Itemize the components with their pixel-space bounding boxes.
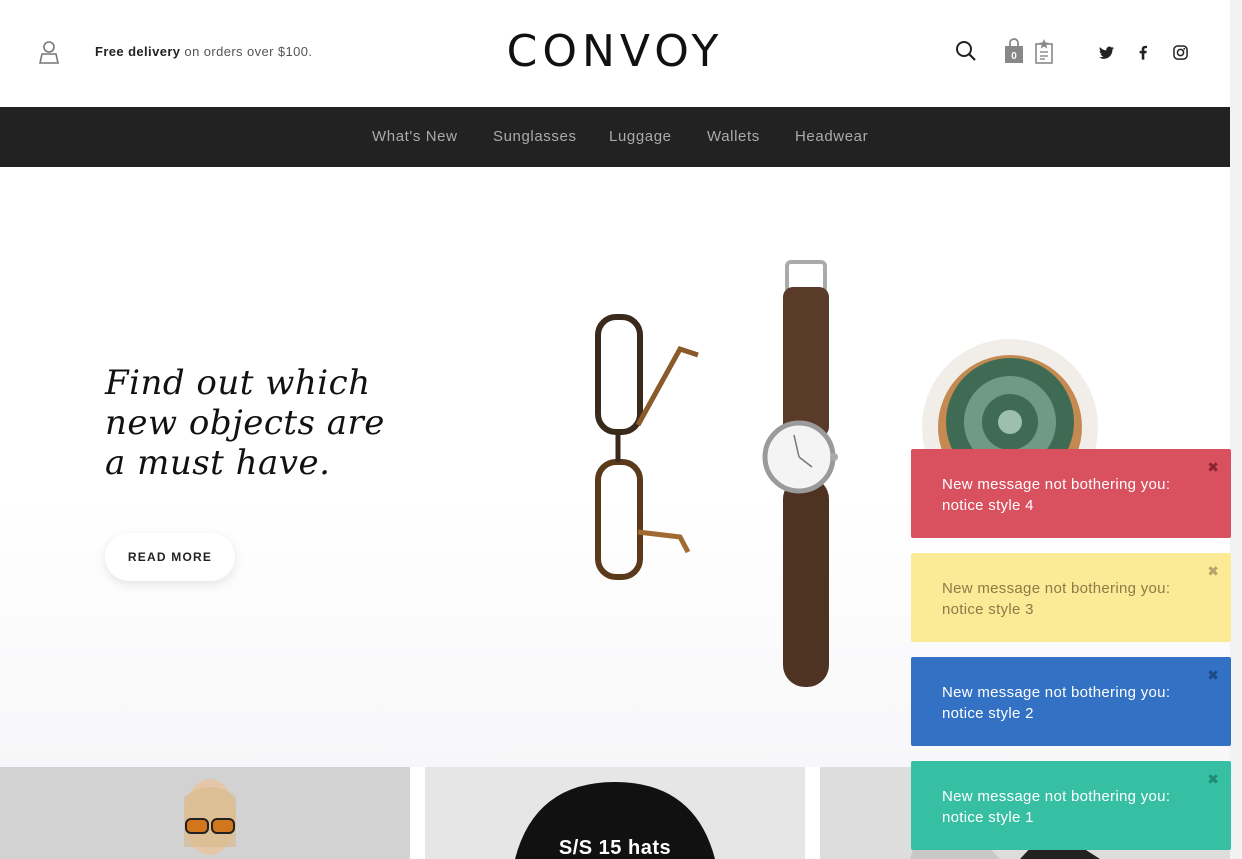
nav-item-wallets[interactable]: Wallets <box>707 128 760 145</box>
hero-title: Find out which new objects are a must ha… <box>105 363 435 483</box>
nav-item-headwear[interactable]: Headwear <box>795 128 868 145</box>
hero-title-line-3: a must have. <box>105 443 331 483</box>
logo-text[interactable]: CONVOY <box>507 26 724 77</box>
twitter-icon[interactable] <box>1099 46 1114 60</box>
scrollbar-track[interactable] <box>1230 0 1242 859</box>
nav-item-sunglasses[interactable]: Sunglasses <box>493 128 577 145</box>
notice-message: New message not bothering you: notice st… <box>942 788 1171 826</box>
notice-message: New message not bothering you: notice st… <box>942 684 1171 722</box>
nav-item-luggage[interactable]: Luggage <box>609 128 672 145</box>
close-icon[interactable]: ✖ <box>1207 459 1219 476</box>
hero-title-line-2: new objects are <box>105 403 385 443</box>
notice-style-4[interactable]: New message not bothering you: notice st… <box>911 449 1231 538</box>
instagram-icon[interactable] <box>1173 45 1188 60</box>
notice-message: New message not bothering you: notice st… <box>942 476 1171 514</box>
delivery-text: on orders over $100. <box>180 44 313 59</box>
notice-style-3[interactable]: New message not bothering you: notice st… <box>911 553 1231 642</box>
read-more-button[interactable]: READ MORE <box>105 533 235 581</box>
close-icon[interactable]: ✖ <box>1207 563 1219 580</box>
glasses-illustration <box>595 314 699 580</box>
main-nav: What's New Sunglasses Luggage Wallets He… <box>0 107 1230 167</box>
facebook-icon[interactable] <box>1139 45 1147 60</box>
nav-item-whats-new[interactable]: What's New <box>372 128 458 145</box>
cart-count: 0 <box>1011 51 1017 62</box>
notice-style-2[interactable]: New message not bothering you: notice st… <box>911 657 1231 746</box>
watch-illustration <box>762 260 838 687</box>
product-card-sunglasses[interactable] <box>0 767 410 859</box>
close-icon[interactable]: ✖ <box>1207 771 1219 788</box>
search-icon[interactable] <box>955 40 977 62</box>
shopping-bag-icon[interactable]: 0 <box>1003 38 1025 64</box>
user-icon[interactable] <box>38 40 60 64</box>
hero-title-line-1: Find out which <box>105 363 371 403</box>
product-card-hats[interactable]: S/S 15 hats <box>425 767 805 859</box>
card-title: S/S 15 hats <box>558 837 672 859</box>
site-header: Free delivery on orders over $100. CONVO… <box>0 0 1230 107</box>
notice-style-1[interactable]: New message not bothering you: notice st… <box>911 761 1231 850</box>
model-image <box>184 779 236 855</box>
delivery-bold: Free delivery <box>95 44 181 59</box>
notice-message: New message not bothering you: notice st… <box>942 580 1171 618</box>
wishlist-icon[interactable] <box>1033 38 1055 64</box>
delivery-notice: Free delivery on orders over $100. <box>95 44 312 59</box>
close-icon[interactable]: ✖ <box>1207 667 1219 684</box>
site-logo[interactable]: CONVOY <box>502 26 728 77</box>
